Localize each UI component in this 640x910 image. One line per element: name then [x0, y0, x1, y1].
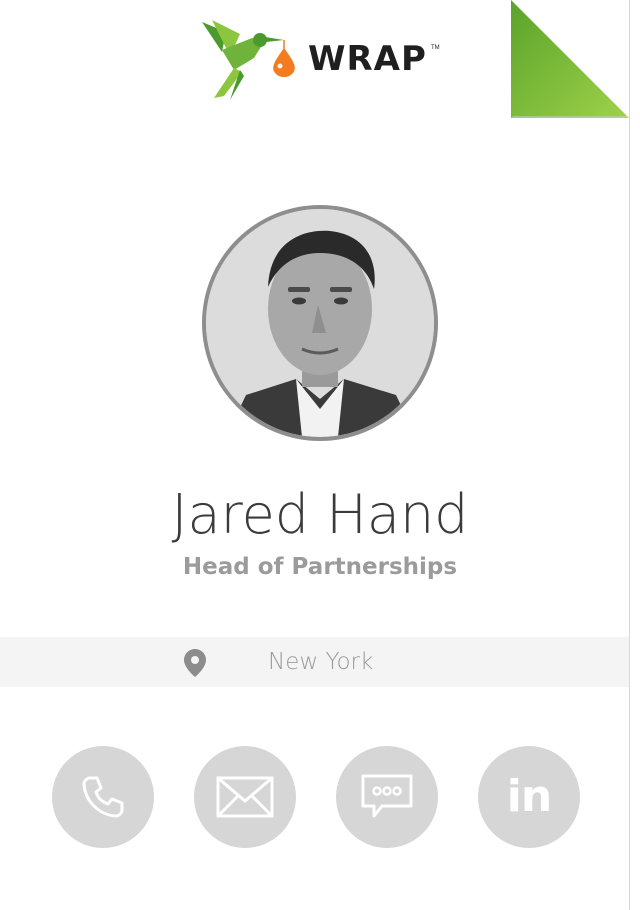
- contact-card: WRAP TM Jared Hand Head of Partnerships …: [0, 0, 630, 910]
- chat-bubble-icon: [361, 774, 413, 818]
- message-button[interactable]: [336, 746, 438, 848]
- map-pin-icon: [184, 649, 206, 677]
- page-curl-icon[interactable]: [511, 0, 629, 118]
- linkedin-icon: in: [506, 771, 552, 822]
- wrap-logo: WRAP TM: [200, 18, 450, 102]
- wordmark: WRAP: [308, 39, 427, 79]
- location-bar: New York: [0, 637, 629, 687]
- person-name: Jared Hand: [171, 483, 469, 546]
- phone-icon: [82, 776, 124, 818]
- profile-photo: [202, 205, 438, 441]
- trademark: TM: [431, 45, 440, 51]
- hummingbird-icon: [202, 20, 295, 100]
- location-text: New York: [268, 649, 374, 675]
- call-button[interactable]: [52, 746, 154, 848]
- email-button[interactable]: [194, 746, 296, 848]
- linkedin-button[interactable]: in: [478, 746, 580, 848]
- envelope-icon: [216, 776, 274, 818]
- job-title: Head of Partnerships: [182, 554, 458, 580]
